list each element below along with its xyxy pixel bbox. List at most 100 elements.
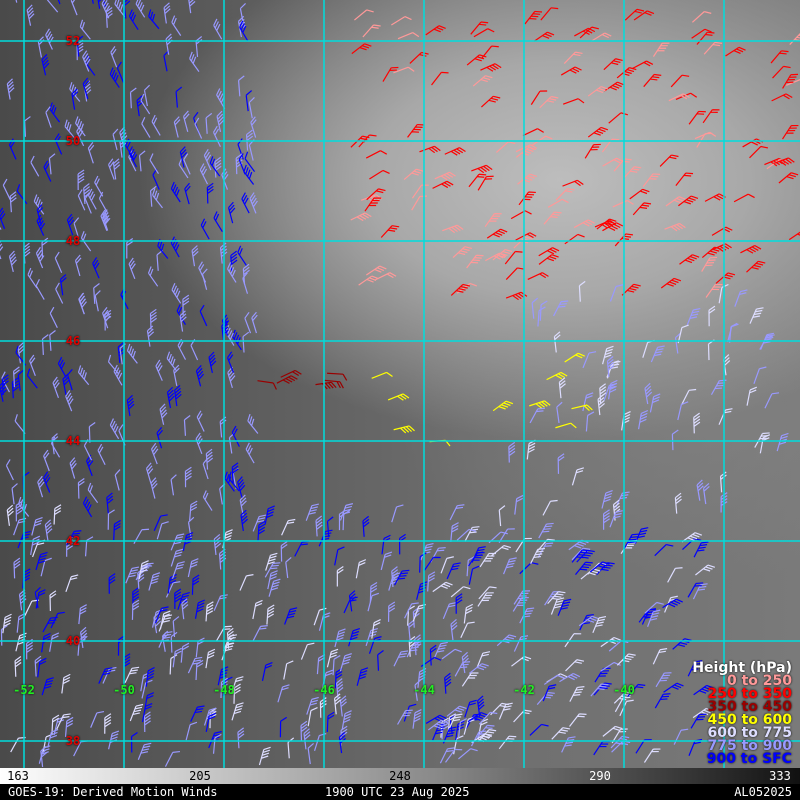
wind-barb [678,195,699,207]
wind-barb [734,289,748,307]
wind-barb [156,521,169,540]
wind-barb [362,24,381,38]
footer-bar: GOES-19: Derived Motion Winds 1900 UTC 2… [0,784,800,800]
wind-barb [560,66,582,76]
wind-barb [170,181,181,203]
wind-barb [582,351,597,369]
wind-barb [54,251,63,274]
wind-barb [425,25,446,36]
wind-barb [614,696,631,713]
wind-barb [174,384,182,407]
wind-barb [538,254,559,265]
wind-barb [285,556,292,579]
wind-barb [654,543,674,557]
wind-barb [300,642,315,660]
wind-barb [248,139,255,161]
wind-barb [78,604,87,625]
wind-barb [326,711,335,733]
wind-barb [164,750,181,767]
wind-barb [718,408,733,425]
wind-barb [326,516,334,538]
wind-barb [649,393,661,413]
wind-barb [733,193,755,203]
wind-barb [306,696,319,715]
wind-barb [216,110,225,133]
wind-barb [37,475,45,498]
wind-barb [208,351,217,374]
wind-barb [701,256,718,272]
wind-barb [258,746,271,766]
wind-barb [579,613,594,631]
wind-barb [569,713,587,727]
wind-barb [764,392,780,409]
wind-barb [170,474,177,496]
wind-barb [11,377,19,399]
wind-barb [439,747,455,764]
wind-barb [382,66,399,82]
wind-barb [183,415,191,436]
wind-barb [746,260,766,273]
wind-barb [694,131,717,140]
wind-barb [380,225,400,238]
wind-barb [283,660,294,680]
wind-barb [16,184,28,205]
wind-barb [35,246,45,269]
wind-barb [174,588,182,609]
wind-barb [491,544,511,557]
wind-barb [563,51,583,64]
wind-barb [776,432,789,452]
wind-barb [575,561,593,576]
wind-barb [281,518,296,536]
wind-barb [123,0,131,19]
wind-barb [194,117,203,139]
wind-barb [642,339,655,358]
wind-barb [693,541,709,558]
wind-barb [205,112,213,134]
wind-barb [36,214,46,236]
wind-barb [153,611,162,634]
wind-barb [511,655,532,667]
wind-barb [243,164,255,185]
wind-barb [226,351,235,373]
wind-barb [26,4,35,26]
wind-barb [27,267,38,289]
wind-barb [41,677,54,696]
wind-barb [670,74,690,88]
wind-barb [264,505,275,525]
wind-barb [642,173,661,188]
wind-barb [200,218,210,240]
wind-barb [15,345,27,366]
wind-barb [237,727,245,749]
wind-barb [84,55,96,76]
wind-barb [31,516,43,536]
wind-barb [681,388,697,405]
wind-barb [504,250,523,265]
wind-barb [49,590,57,611]
wind-barb [82,50,91,72]
wind-barb [419,145,441,154]
wind-barb [481,45,499,59]
wind-barb [77,365,90,386]
wind-barb [681,532,703,543]
wind-barb [691,11,712,23]
wind-barb [621,283,641,296]
timestamp: 1900 UTC 23 Aug 2025 [325,785,470,799]
longitude-label: -42 [513,683,535,697]
wind-barb [773,157,795,166]
wind-barb [460,621,475,639]
wind-barb [362,515,370,537]
wind-barb [237,75,245,97]
wind-barb [695,564,716,576]
wind-barb [49,632,60,652]
wind-barb [67,368,73,391]
wind-barb [634,527,649,545]
wind-barb [213,594,228,611]
wind-barb [336,566,344,587]
wind-barb [190,705,205,722]
wind-barb [524,10,543,25]
wind-barb [126,343,138,364]
wind-barb [184,182,191,205]
wind-barb [284,607,298,625]
wind-barb [6,504,14,526]
wind-barb [355,559,367,579]
